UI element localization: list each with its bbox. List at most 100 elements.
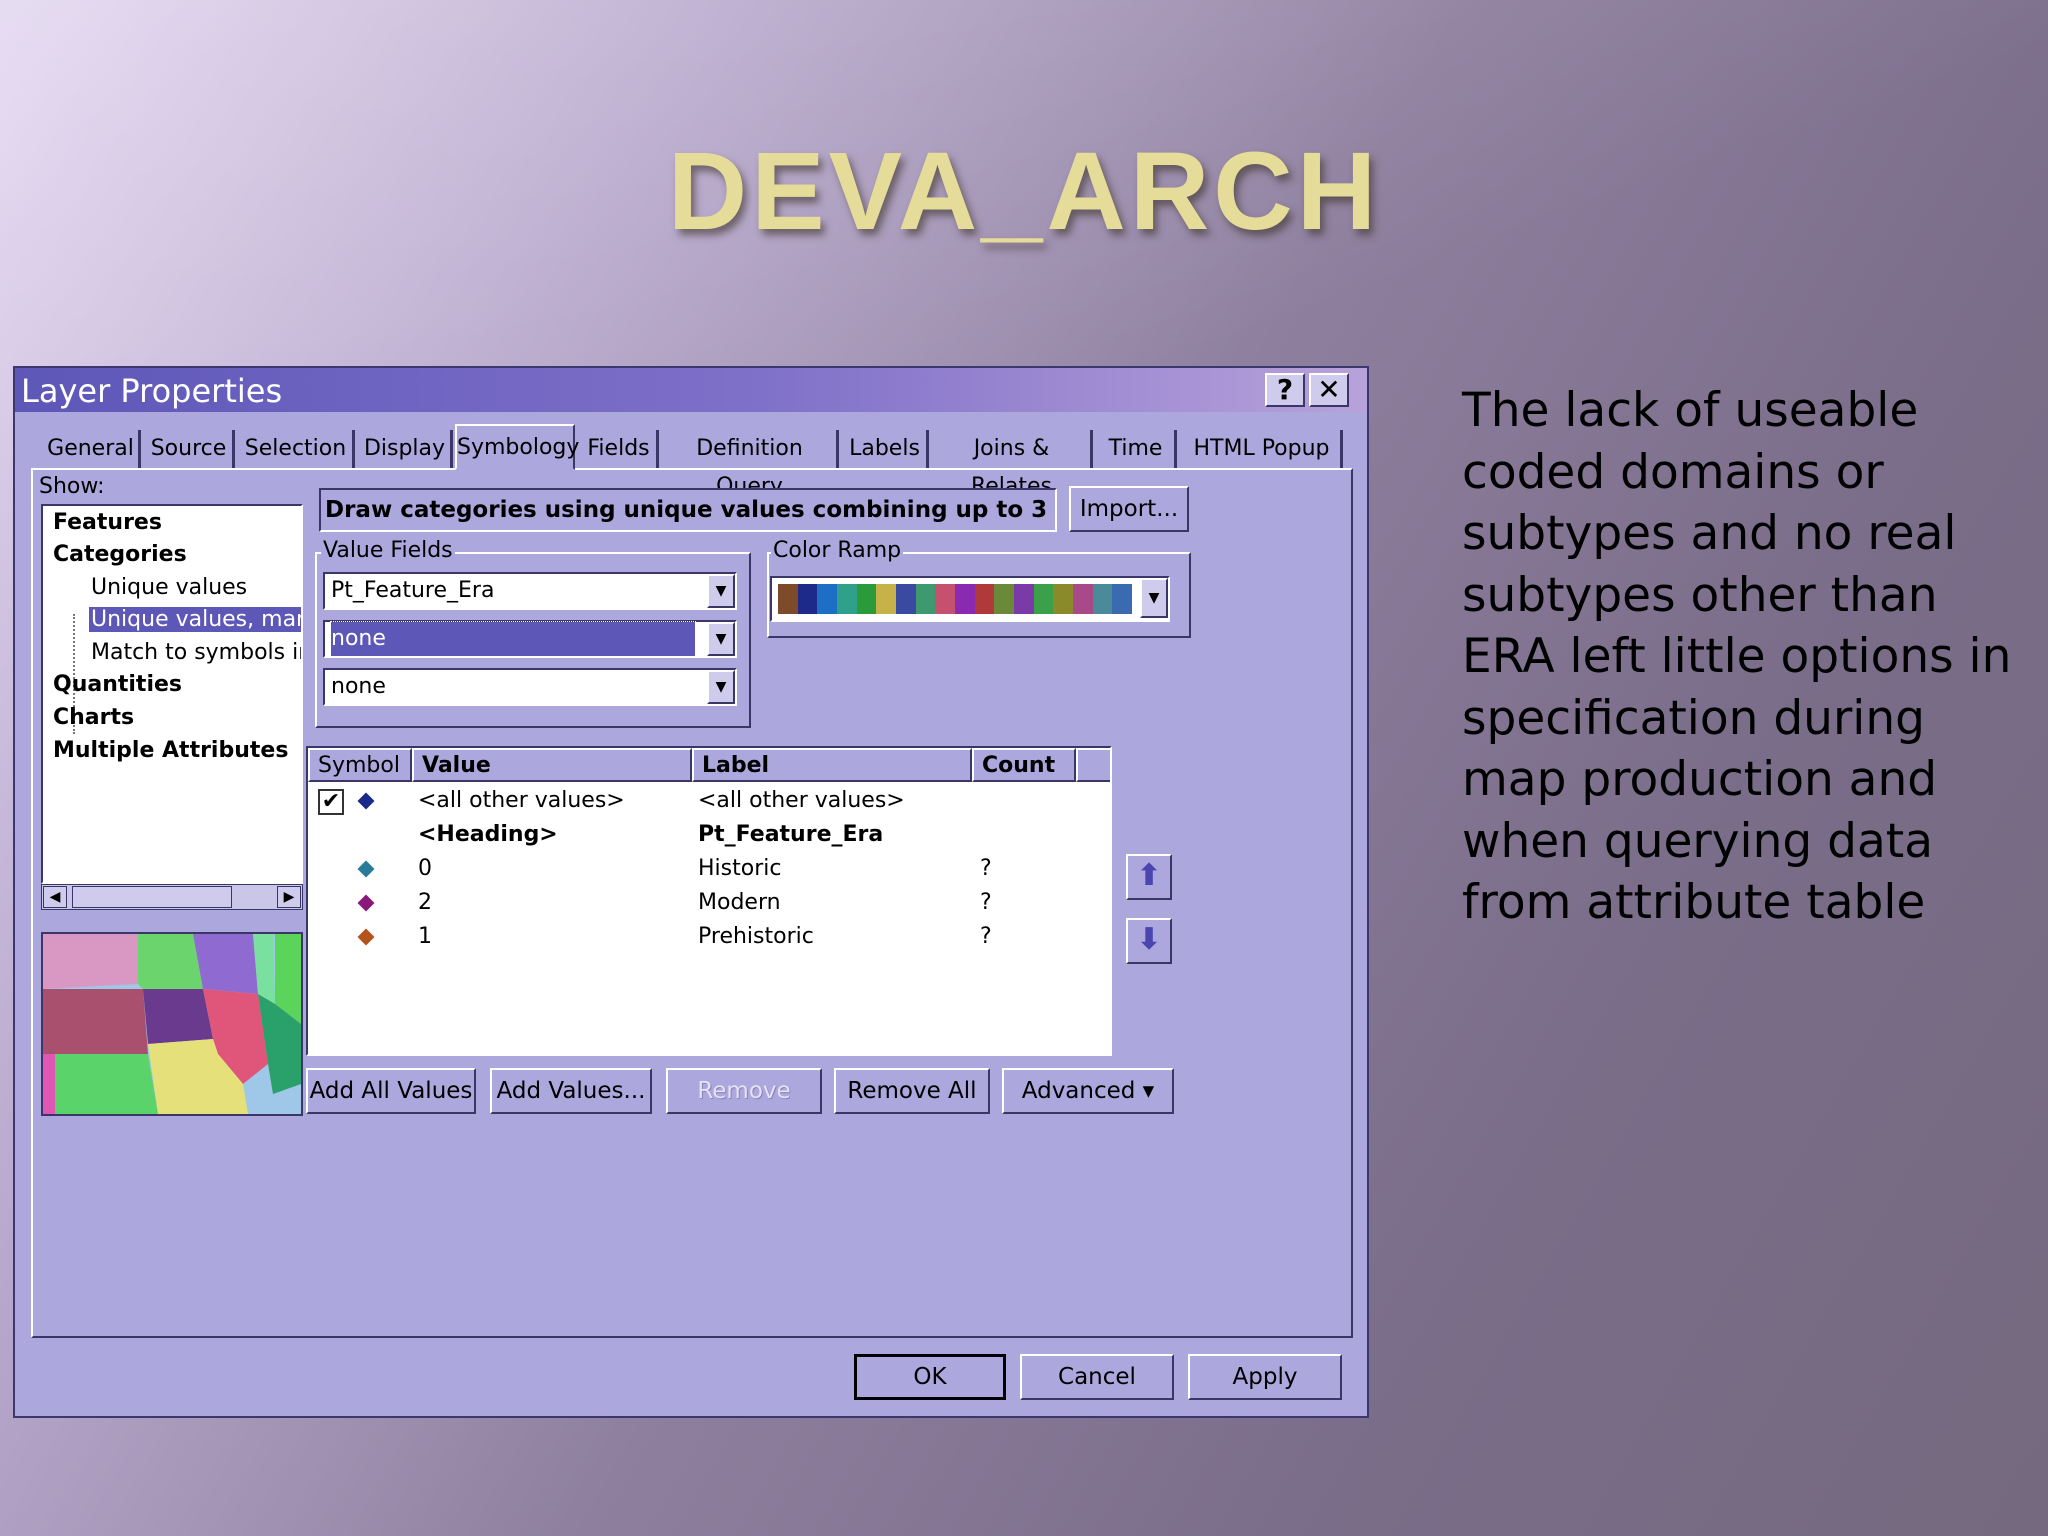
tab-fields[interactable]: Fields xyxy=(581,430,659,468)
row-value: <Heading> xyxy=(418,822,558,847)
table-row[interactable]: ✔ <all other values> <all other values> xyxy=(308,784,1110,818)
color-ramp-swatch xyxy=(1014,584,1034,614)
unique-values-list: Symbol Value Label Count ✔ <all other va… xyxy=(306,746,1112,1056)
move-up-button[interactable]: ⬆ xyxy=(1126,854,1172,900)
row-value: 2 xyxy=(418,890,432,915)
tab-time[interactable]: Time xyxy=(1097,430,1177,468)
dialog-title: Layer Properties xyxy=(21,372,283,410)
color-ramp-swatch xyxy=(1053,584,1074,614)
tree-item-match-symbols[interactable]: Match to symbols in a xyxy=(91,640,301,665)
tree-item-quantities[interactable]: Quantities xyxy=(53,672,182,697)
scroll-right-icon[interactable]: ▶ xyxy=(277,886,301,908)
symbol-marker-icon[interactable] xyxy=(357,894,375,912)
table-row[interactable]: 1 Prehistoric ? xyxy=(308,920,1110,954)
tab-labels[interactable]: Labels xyxy=(843,430,929,468)
dialog-titlebar[interactable]: Layer Properties ? ✕ xyxy=(15,368,1367,412)
help-button[interactable]: ? xyxy=(1265,373,1305,407)
color-ramp-swatch xyxy=(1033,584,1054,614)
slide-body-text: The lack of useable coded domains or sub… xyxy=(1462,383,2012,930)
tree-item-multiple-attributes[interactable]: Multiple Attributes xyxy=(53,738,288,763)
tab-general[interactable]: General xyxy=(43,430,141,468)
color-ramp-swatch xyxy=(1092,584,1113,614)
color-ramp-swatch xyxy=(876,584,897,614)
table-row[interactable]: <Heading> Pt_Feature_Era xyxy=(308,818,1110,852)
remove-all-button[interactable]: Remove All xyxy=(834,1068,990,1114)
scroll-thumb[interactable] xyxy=(72,886,232,908)
tab-display[interactable]: Display xyxy=(359,430,453,468)
tab-html-popup[interactable]: HTML Popup xyxy=(1183,430,1343,468)
tab-definition-query[interactable]: Definition Query xyxy=(663,430,839,499)
row-label: Historic xyxy=(698,856,782,881)
tree-item-unique-values[interactable]: Unique values xyxy=(91,575,247,600)
color-ramp-swatch xyxy=(896,584,916,614)
remove-button[interactable]: Remove xyxy=(666,1068,822,1114)
color-ramp-swatch xyxy=(1073,584,1093,614)
show-label: Show: xyxy=(39,474,105,499)
column-header-filler xyxy=(1076,748,1110,782)
import-button[interactable]: Import... xyxy=(1069,486,1189,532)
value-field-3-combo[interactable]: none ▼ xyxy=(323,668,737,706)
tab-joins-relates[interactable]: Joins & Relates xyxy=(933,430,1093,499)
value-field-3-value: none xyxy=(331,674,386,699)
column-header-count[interactable]: Count xyxy=(972,748,1076,782)
row-value: 0 xyxy=(418,856,432,881)
value-fields-label: Value Fields xyxy=(321,538,455,563)
tab-symbology[interactable]: Symbology xyxy=(455,424,579,470)
all-other-values-checkbox[interactable]: ✔ xyxy=(318,789,344,815)
row-label: Modern xyxy=(698,890,781,915)
scroll-left-icon[interactable]: ◀ xyxy=(43,886,67,908)
color-ramp-swatch xyxy=(915,584,936,614)
table-row[interactable]: 0 Historic ? xyxy=(308,852,1110,886)
column-header-label[interactable]: Label xyxy=(692,748,972,782)
value-field-2-value: none xyxy=(330,621,696,657)
row-label: <all other values> xyxy=(698,788,905,813)
color-ramp-swatch xyxy=(1112,584,1133,614)
arrow-down-icon: ⬇ xyxy=(1136,922,1162,957)
value-field-1-combo[interactable]: Pt_Feature_Era ▼ xyxy=(323,572,737,610)
list-header: Symbol Value Label Count xyxy=(308,748,1110,782)
row-count: ? xyxy=(980,856,992,881)
close-button[interactable]: ✕ xyxy=(1309,373,1349,407)
cancel-button[interactable]: Cancel xyxy=(1020,1354,1174,1400)
tree-item-categories[interactable]: Categories xyxy=(53,542,187,567)
arrow-up-icon: ⬆ xyxy=(1136,858,1162,893)
tree-item-features[interactable]: Features xyxy=(53,510,162,535)
color-ramp-swatch xyxy=(778,584,798,614)
tree-horizontal-scrollbar[interactable]: ◀ ▶ xyxy=(41,884,303,910)
chevron-down-icon[interactable]: ▼ xyxy=(707,622,735,656)
symbol-marker-icon[interactable] xyxy=(357,860,375,878)
ok-button[interactable]: OK xyxy=(854,1354,1006,1400)
chevron-down-icon[interactable]: ▼ xyxy=(1140,578,1168,618)
row-count: ? xyxy=(980,924,992,949)
map-preview-icon xyxy=(43,934,301,1114)
color-ramp-combo[interactable]: ▼ xyxy=(770,576,1170,622)
symbol-marker-icon[interactable] xyxy=(357,928,375,946)
row-value: 1 xyxy=(418,924,432,949)
color-ramp-swatch xyxy=(797,584,818,614)
tab-selection[interactable]: Selection xyxy=(239,430,355,468)
column-header-symbol[interactable]: Symbol xyxy=(308,748,412,782)
tree-item-charts[interactable]: Charts xyxy=(53,705,134,730)
tree-item-unique-values-many[interactable]: Unique values, many xyxy=(89,607,301,632)
tab-source[interactable]: Source xyxy=(145,430,235,468)
add-all-values-button[interactable]: Add All Values xyxy=(306,1068,476,1114)
row-label: Prehistoric xyxy=(698,924,814,949)
renderer-preview-map xyxy=(41,932,303,1116)
column-header-value[interactable]: Value xyxy=(412,748,692,782)
renderer-description: Draw categories using unique values comb… xyxy=(319,488,1057,532)
move-down-button[interactable]: ⬇ xyxy=(1126,918,1172,964)
color-ramp-swatch xyxy=(856,584,877,614)
value-field-1-value: Pt_Feature_Era xyxy=(331,578,495,603)
chevron-down-icon[interactable]: ▼ xyxy=(707,670,735,704)
color-ramp-dropdown[interactable]: ▼ xyxy=(1136,578,1168,620)
color-ramp-swatch xyxy=(994,584,1015,614)
chevron-down-icon[interactable]: ▼ xyxy=(707,574,735,608)
symbol-marker-icon[interactable] xyxy=(357,792,375,810)
advanced-button[interactable]: Advanced ▾ xyxy=(1002,1068,1174,1114)
add-values-button[interactable]: Add Values... xyxy=(490,1068,652,1114)
apply-button[interactable]: Apply xyxy=(1188,1354,1342,1400)
renderer-tree: Features Categories Unique values Unique… xyxy=(41,504,303,884)
color-ramp-swatch xyxy=(955,584,975,614)
table-row[interactable]: 2 Modern ? xyxy=(308,886,1110,920)
value-field-2-combo[interactable]: none ▼ xyxy=(323,620,737,658)
